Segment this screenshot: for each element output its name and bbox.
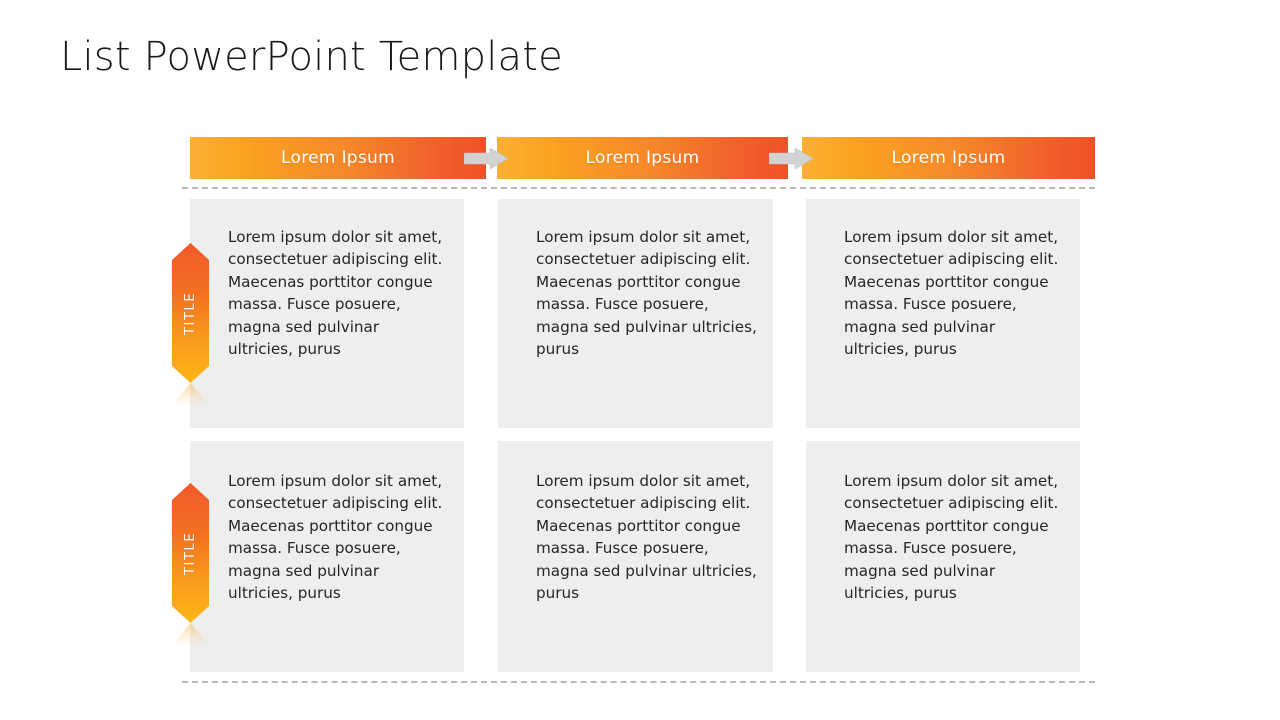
header-bar-1[interactable]: Lorem Ipsum [190,137,486,179]
divider-top [182,187,1095,189]
divider-bottom [182,681,1095,683]
content-box-r1-c2[interactable]: Lorem ipsum dolor sit amet, consectetuer… [498,199,773,428]
content-text: Lorem ipsum dolor sit amet, consectetuer… [536,228,757,359]
content-box-r1-c3[interactable]: Lorem ipsum dolor sit amet, consectetuer… [806,199,1080,428]
title-badge-row-1[interactable]: TITLE [172,243,209,383]
header-bar-2[interactable]: Lorem Ipsum [497,137,788,179]
header-bar-3[interactable]: Lorem Ipsum [802,137,1095,179]
content-box-r2-c3[interactable]: Lorem ipsum dolor sit amet, consectetuer… [806,441,1080,672]
flow-arrow-right-icon [464,148,508,169]
flow-arrow-right-icon [769,148,813,169]
header-bar-label-3: Lorem Ipsum [891,148,1006,168]
header-bar-label-1: Lorem Ipsum [281,148,395,168]
content-box-r1-c1[interactable]: Lorem ipsum dolor sit amet, consectetuer… [190,199,464,428]
page-title: List PowerPoint Template [60,34,563,80]
content-text: Lorem ipsum dolor sit amet, consectetuer… [844,228,1059,359]
badge-reflection-icon [172,623,209,647]
header-band: Lorem Ipsum Lorem Ipsum Lorem Ipsum [190,137,1095,179]
title-badge-label: TITLE [183,291,198,335]
title-badge-label: TITLE [183,531,198,575]
content-text: Lorem ipsum dolor sit amet, consectetuer… [536,472,757,603]
title-badge-row-2[interactable]: TITLE [172,483,209,623]
slide-canvas: List PowerPoint Template Lorem Ipsum Lor… [0,0,1280,720]
content-text: Lorem ipsum dolor sit amet, consectetuer… [844,472,1059,603]
content-text: Lorem ipsum dolor sit amet, consectetuer… [228,472,443,603]
content-box-r2-c2[interactable]: Lorem ipsum dolor sit amet, consectetuer… [498,441,773,672]
badge-reflection-icon [172,383,209,407]
header-bar-label-2: Lorem Ipsum [585,148,700,168]
content-text: Lorem ipsum dolor sit amet, consectetuer… [228,228,443,359]
content-box-r2-c1[interactable]: Lorem ipsum dolor sit amet, consectetuer… [190,441,464,672]
